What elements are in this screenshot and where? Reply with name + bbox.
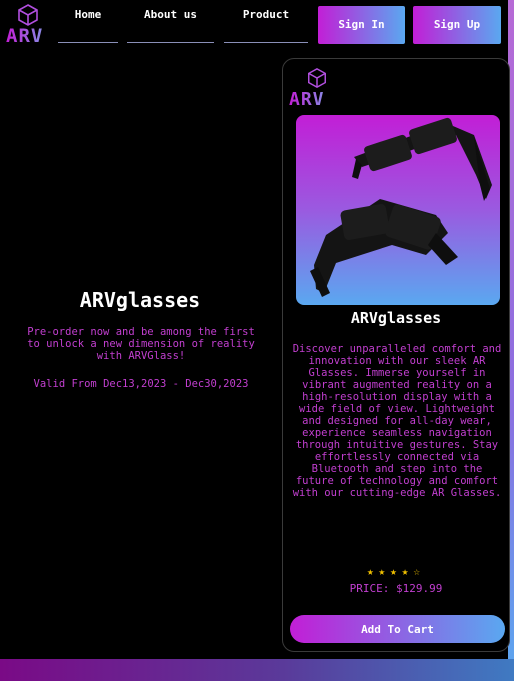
footer-bar bbox=[0, 659, 514, 681]
sign-in-button[interactable]: Sign In bbox=[318, 6, 405, 44]
cube-icon bbox=[18, 4, 38, 26]
logo-text: ARV bbox=[6, 25, 44, 47]
ar-glasses-image bbox=[310, 117, 492, 297]
nav-about-us[interactable]: About us bbox=[127, 8, 214, 43]
nav-home[interactable]: Home bbox=[58, 8, 118, 43]
product-title: ARVglasses bbox=[350, 309, 442, 327]
add-to-cart-button[interactable]: Add To Cart bbox=[290, 615, 505, 643]
product-image bbox=[296, 115, 500, 305]
promo-title: ARVglasses bbox=[79, 288, 201, 312]
promo-validity: Valid From Dec13,2023 - Dec30,2023 bbox=[33, 378, 249, 390]
product-card: ARV ARVglasses Discover unparalleled com… bbox=[282, 58, 510, 652]
rating-stars: ★★★★☆ bbox=[366, 565, 426, 578]
product-price: PRICE: $129.99 bbox=[349, 582, 443, 595]
product-description: Discover unparalleled comfort and innova… bbox=[292, 343, 502, 499]
nav-product[interactable]: Product bbox=[224, 8, 308, 43]
sign-up-button[interactable]: Sign Up bbox=[413, 6, 501, 44]
site-logo[interactable]: ARV bbox=[6, 3, 56, 47]
card-logo-text: ARV bbox=[289, 89, 325, 110]
promo-text: Pre-order now and be among the first to … bbox=[27, 326, 255, 362]
cube-icon bbox=[308, 67, 326, 89]
card-logo: ARV bbox=[289, 65, 341, 110]
